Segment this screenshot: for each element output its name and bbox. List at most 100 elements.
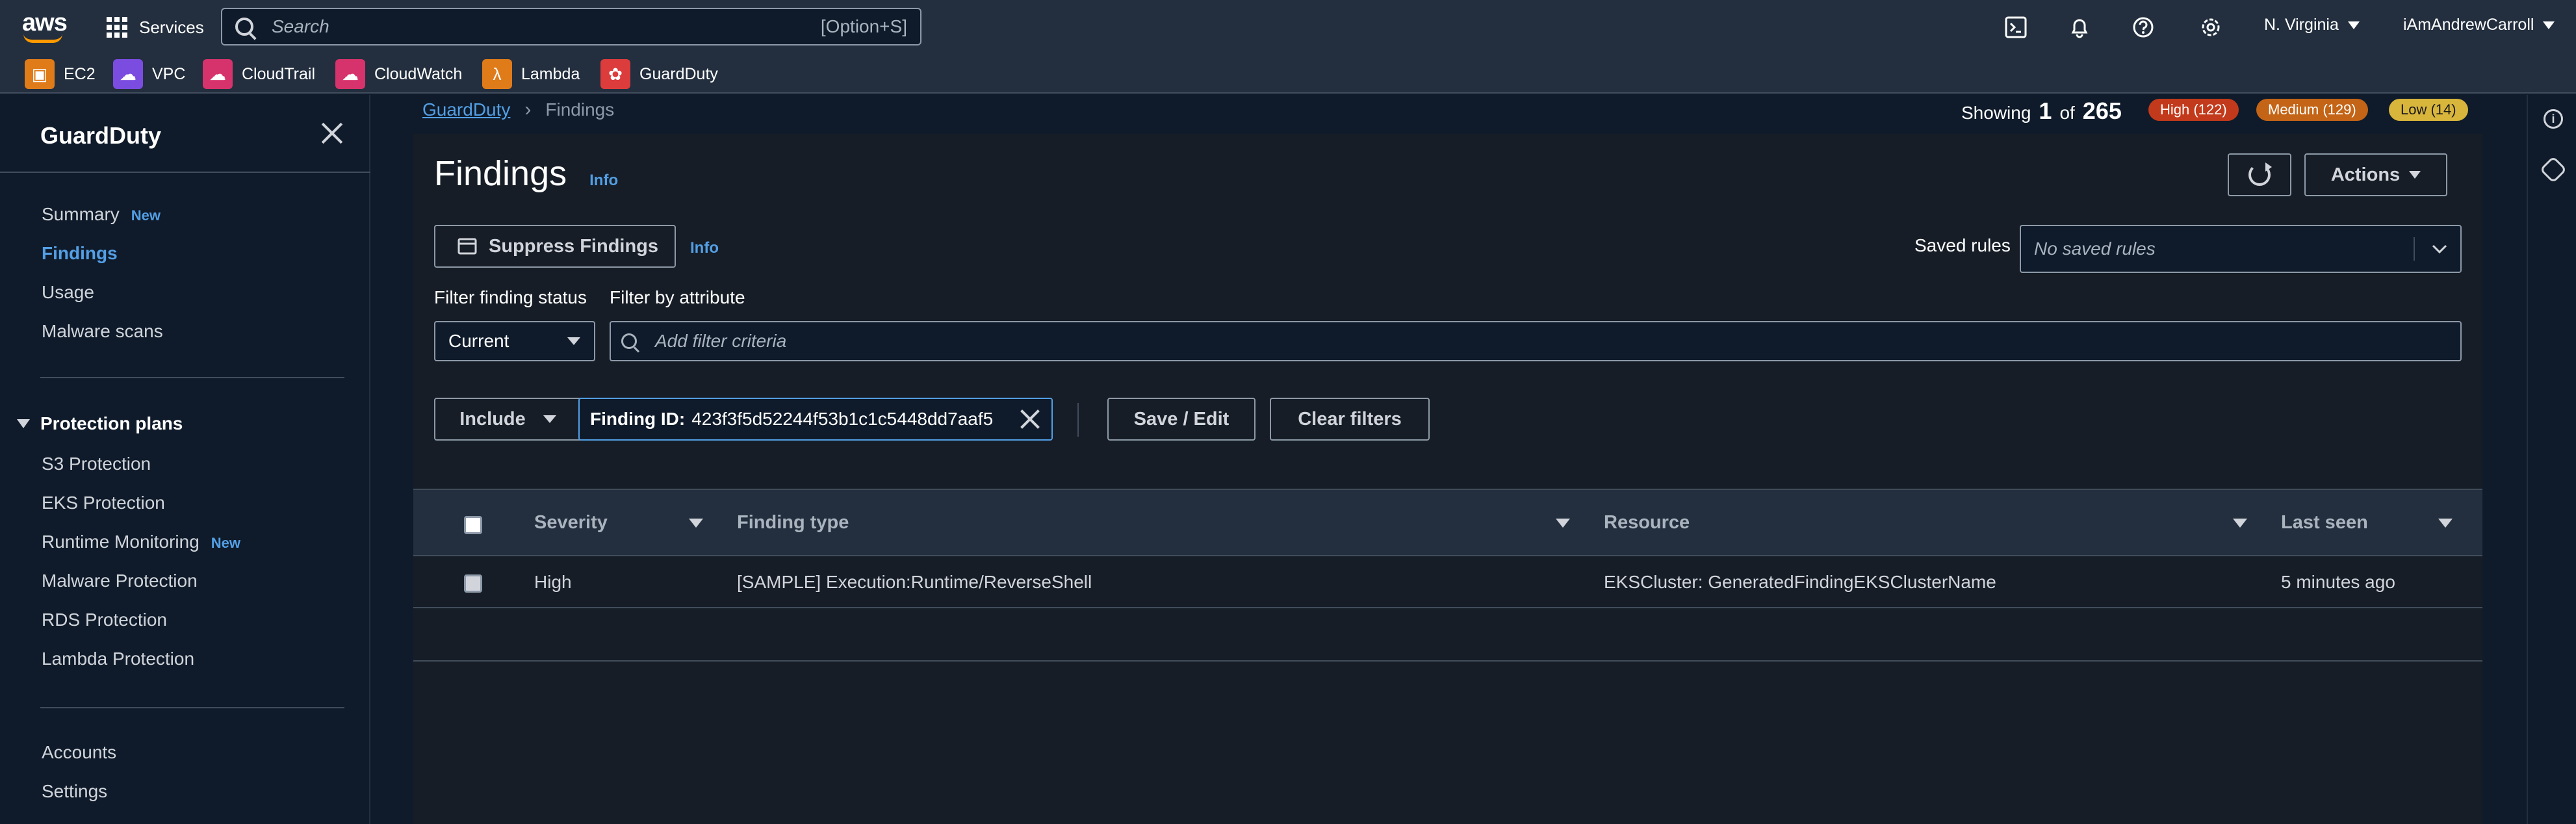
favorite-vpc[interactable]: ☁ VPC <box>113 58 185 90</box>
favorite-label: GuardDuty <box>639 64 718 83</box>
favorite-cloudwatch[interactable]: ☁ CloudWatch <box>335 58 462 90</box>
row-checkbox[interactable] <box>464 574 482 593</box>
protection-plans-heading: Protection plans <box>40 413 183 433</box>
search-icon <box>621 333 637 349</box>
filter-token: Finding ID: 423f3f5d52244f53b1c1c5448dd7… <box>578 398 1053 441</box>
sidebar-item-findings[interactable]: Findings <box>42 243 118 264</box>
sidebar-item-malware-protection[interactable]: Malware Protection <box>42 571 198 591</box>
column-header-resource[interactable]: Resource <box>1604 512 1690 534</box>
include-label: Include <box>459 408 526 430</box>
showing-prefix: Showing <box>1961 103 2031 123</box>
chevron-down-icon <box>2432 244 2447 253</box>
column-header-finding-type[interactable]: Finding type <box>737 512 849 534</box>
settings-gear-icon[interactable] <box>2198 14 2224 40</box>
cell-resource: EKSCluster: GeneratedFindingEKSClusterNa… <box>1604 572 1996 592</box>
cloudwatch-icon: ☁ <box>335 59 365 89</box>
info-link[interactable]: Info <box>589 172 618 189</box>
save-edit-button[interactable]: Save / Edit <box>1107 398 1256 441</box>
sidebar-title: GuardDuty <box>40 122 162 149</box>
feedback-icon[interactable] <box>2539 155 2568 184</box>
saved-rules-value: No saved rules <box>2034 238 2156 259</box>
filter-status-select[interactable]: Current <box>434 321 595 361</box>
sidebar-item-summary[interactable]: Summary New <box>42 204 161 225</box>
column-header-last-seen[interactable]: Last seen <box>2281 512 2368 534</box>
filter-status-value: Current <box>448 331 509 351</box>
sidebar-item-settings[interactable]: Settings <box>42 781 107 802</box>
page-title-text: Findings <box>434 154 567 193</box>
saved-rules-select[interactable]: No saved rules <box>2020 225 2462 273</box>
filter-status-label: Filter finding status <box>434 287 587 307</box>
saved-rules-label: Saved rules <box>1914 235 2011 255</box>
divider <box>0 172 370 173</box>
clear-filters-button[interactable]: Clear filters <box>1270 398 1430 441</box>
select-all-checkbox[interactable] <box>464 516 482 534</box>
search-shortcut: [Option+S] <box>820 16 907 36</box>
caret-down-icon <box>2347 21 2360 29</box>
filter-attribute-input[interactable]: Add filter criteria <box>610 321 2462 361</box>
search-input[interactable]: Search [Option+S] <box>221 8 921 45</box>
sidebar-item-s3-protection[interactable]: S3 Protection <box>42 454 151 474</box>
breadcrumb: GuardDuty › Findings <box>422 99 614 121</box>
table-header: Severity Finding type Resource Last seen <box>413 489 2482 556</box>
low-severity-badge: Low (14) <box>2389 99 2468 121</box>
notifications-bell-icon[interactable] <box>2067 14 2093 40</box>
refresh-button[interactable] <box>2228 153 2291 196</box>
sort-caret-icon[interactable] <box>2438 519 2453 528</box>
sidebar-item-usage[interactable]: Usage <box>42 282 94 303</box>
findings-panel: Findings Info Actions Suppress Findings … <box>413 134 2482 824</box>
page-title: Findings Info <box>434 153 618 194</box>
region-label: N. Virginia <box>2264 16 2339 34</box>
filter-token-key: Finding ID: <box>590 409 686 429</box>
showing-of: of <box>2059 103 2075 123</box>
new-badge: New <box>131 207 161 224</box>
close-icon[interactable] <box>321 122 343 144</box>
sidebar-item-accounts[interactable]: Accounts <box>42 742 116 763</box>
favorite-lambda[interactable]: λ Lambda <box>482 58 580 90</box>
protection-plans-toggle[interactable]: Protection plans <box>17 413 183 434</box>
table-row-empty <box>413 610 2482 662</box>
table-row[interactable]: High [SAMPLE] Execution:Runtime/ReverseS… <box>413 556 2482 608</box>
aws-logo[interactable]: aws <box>22 9 68 44</box>
sidebar-item-label: Runtime Monitoring <box>42 532 200 552</box>
favorite-guardduty[interactable]: ✿ GuardDuty <box>600 58 718 90</box>
sort-caret-icon[interactable] <box>1556 519 1570 528</box>
services-menu-button[interactable]: Services <box>107 14 204 40</box>
suppress-findings-button[interactable]: Suppress Findings <box>434 225 676 268</box>
column-header-severity[interactable]: Severity <box>534 512 608 534</box>
region-selector[interactable]: N. Virginia <box>2264 16 2360 34</box>
sidebar-item-lambda-protection[interactable]: Lambda Protection <box>42 649 194 669</box>
caret-down-icon <box>2543 21 2555 29</box>
sort-caret-icon[interactable] <box>2233 519 2247 528</box>
lambda-icon: λ <box>482 59 512 89</box>
sort-caret-icon[interactable] <box>689 519 703 528</box>
right-rail: i <box>2527 95 2576 824</box>
sidebar-item-malware-scans[interactable]: Malware scans <box>42 321 163 342</box>
cloudshell-icon[interactable] <box>2003 14 2029 40</box>
suppress-info-link[interactable]: Info <box>690 239 719 257</box>
sidebar-item-runtime-monitoring[interactable]: Runtime Monitoring New <box>42 532 240 552</box>
help-icon[interactable] <box>2130 14 2156 40</box>
caret-down-icon <box>2409 171 2421 179</box>
actions-button[interactable]: Actions <box>2304 153 2447 196</box>
breadcrumb-current: Findings <box>545 99 615 120</box>
remove-token-icon[interactable] <box>1020 409 1040 429</box>
favorite-cloudtrail[interactable]: ☁ CloudTrail <box>203 58 315 90</box>
filter-attr-label: Filter by attribute <box>610 287 745 307</box>
favorite-ec2[interactable]: ▣ EC2 <box>25 58 96 90</box>
grid-icon <box>107 17 127 38</box>
filter-attr-placeholder: Add filter criteria <box>655 331 787 351</box>
sidebar-item-rds-protection[interactable]: RDS Protection <box>42 610 167 630</box>
sidebar-item-eks-protection[interactable]: EKS Protection <box>42 493 165 513</box>
account-menu[interactable]: iAmAndrewCarroll <box>2403 16 2555 34</box>
refresh-icon <box>2248 162 2272 186</box>
search-placeholder: Search <box>272 16 329 36</box>
include-select[interactable]: Include <box>434 398 582 441</box>
sidebar: GuardDuty Summary New Findings Usage Malw… <box>0 95 370 824</box>
info-panel-icon[interactable]: i <box>2544 109 2563 129</box>
aws-smile-icon <box>23 34 62 43</box>
high-severity-badge: High (122) <box>2148 99 2239 121</box>
filter-token-value: 423f3f5d52244f53b1c1c5448dd7aaf5 <box>691 409 994 429</box>
cell-finding-type[interactable]: [SAMPLE] Execution:Runtime/ReverseShell <box>737 572 1092 593</box>
breadcrumb-guardduty[interactable]: GuardDuty <box>422 99 510 120</box>
suppress-icon <box>457 238 477 255</box>
